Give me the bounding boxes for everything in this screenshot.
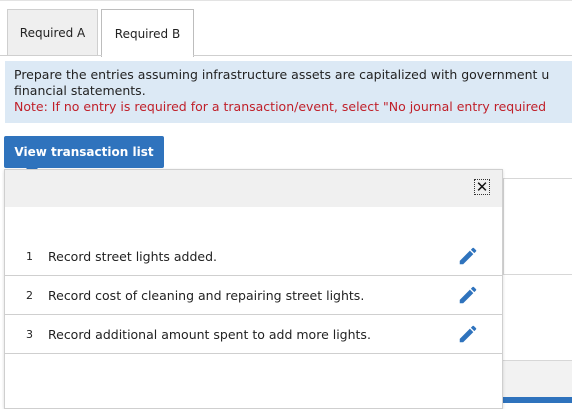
transaction-row: 2 Record cost of cleaning and repairing … — [5, 276, 502, 315]
transaction-list-popover: ✕ 1 Record street lights added. 2 Record… — [4, 169, 503, 409]
transaction-row: 3 Record additional amount spent to add … — [5, 315, 502, 354]
transaction-description: Record additional amount spent to add mo… — [48, 326, 371, 342]
instructions-line-1: Prepare the entries assuming infrastruct… — [14, 67, 550, 82]
tab-required-a[interactable]: Required A — [7, 9, 98, 55]
pencil-edit-icon[interactable] — [457, 284, 479, 306]
background-accent-bar — [503, 397, 572, 403]
tabs-divider — [0, 55, 572, 56]
close-icon[interactable]: ✕ — [474, 179, 490, 195]
transaction-number: 2 — [26, 288, 33, 302]
view-transaction-list-button[interactable]: View transaction list — [4, 136, 164, 168]
tab-required-b[interactable]: Required B — [101, 9, 194, 57]
transaction-row: 1 Record street lights added. — [5, 237, 502, 276]
transaction-number: 3 — [26, 327, 33, 341]
instructions-note: Note: If no entry is required for a tran… — [14, 99, 547, 114]
instructions-line-2: financial statements. — [14, 83, 146, 98]
tabs-bar: Required A Required B — [0, 0, 572, 57]
instructions-panel: Prepare the entries assuming infrastruct… — [5, 61, 572, 123]
transaction-description: Record cost of cleaning and repairing st… — [48, 287, 365, 303]
transaction-number: 1 — [26, 249, 33, 263]
transaction-description: Record street lights added. — [48, 248, 218, 264]
background-panel — [503, 178, 572, 275]
pencil-edit-icon[interactable] — [457, 245, 479, 267]
pencil-edit-icon[interactable] — [457, 323, 479, 345]
popover-header: ✕ — [5, 170, 502, 207]
